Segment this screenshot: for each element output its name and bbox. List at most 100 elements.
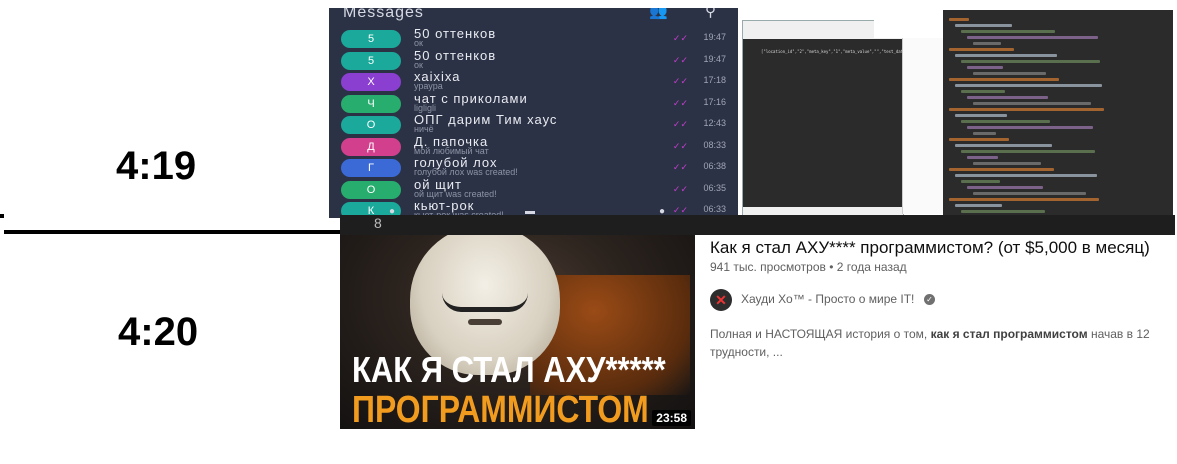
chat-row[interactable]: Гголубой лох голубой лох was created! ✓✓ 06… [329, 155, 738, 181]
chat-preview: ураура [414, 81, 443, 91]
thumbnail-mustache [442, 293, 528, 312]
add-contact-icon: 👥 [649, 8, 668, 20]
code-line [961, 180, 1000, 183]
chat-name: ОПГ дарим Тим хаус [414, 112, 558, 127]
upload-age: 2 года назад [836, 260, 907, 274]
chat-preview: мой любимый чат [414, 145, 489, 156]
chat-time: 12:43 [703, 118, 726, 128]
chat-row[interactable]: Оой щит ой щит was created! ✓✓ 06:35 [329, 177, 738, 203]
code-line [961, 210, 1045, 213]
view-count: 941 тыс. просмотров [710, 260, 826, 274]
chat-time: 19:47 [703, 53, 726, 64]
code-line [949, 138, 1009, 141]
chat-preview: ок [414, 59, 423, 70]
read-check-icon: ✓✓ [672, 54, 688, 65]
chat-time: 17:16 [703, 96, 726, 107]
read-check-icon: ✓✓ [672, 183, 688, 194]
video-metadata: 941 тыс. просмотров • 2 года назад [710, 260, 907, 274]
video-thumbnail[interactable]: КАК Я СТАЛ АХУ***** ПРОГРАММИСТОМ 23:58 [340, 235, 695, 429]
video-title-link[interactable]: Как я стал АХУ**** программистом? (от $5… [710, 238, 1150, 258]
chat-row[interactable]: 5 50 оттенков ок ✓✓ 19:47 [329, 48, 738, 74]
code-line [961, 120, 1050, 123]
code-line [949, 108, 1104, 111]
channel-avatar[interactable]: ✕ [710, 289, 732, 311]
code-line [967, 126, 1093, 129]
chat-avatar: О [341, 180, 401, 199]
code-line [967, 36, 1098, 39]
code-line [973, 72, 1046, 75]
chat-row[interactable]: 5 50 оттенков ок ✓✓ 19:47 [329, 26, 738, 52]
chat-name: 50 оттенков [414, 26, 497, 41]
code-line [955, 24, 1012, 27]
chat-avatar: 5 [341, 30, 401, 48]
read-check-icon: ✓✓ [672, 97, 688, 108]
read-check-icon: ✓✓ [672, 76, 688, 86]
code-view [943, 10, 1173, 218]
timestamp-label-top: 4:19 [116, 144, 197, 188]
messenger-header: Messages 👥 ⚲ [329, 8, 738, 24]
code-editor-screenshot: ["location_id","2","meta_key","1","meta_… [738, 8, 1173, 218]
search-icon: ⚲ [705, 8, 716, 20]
code-line [973, 162, 1041, 165]
chat-preview: ничё [414, 124, 434, 134]
code-line [973, 192, 1086, 195]
messenger-screenshot: Messages 👥 ⚲ 5 50 оттенков ок ✓✓ 19:47 5 50 от… [329, 8, 738, 218]
chat-row[interactable]: О ОПГ дарим Тим хаус ничё ✓✓ 12:43 [329, 112, 738, 138]
timestamp-label-bottom: 4:20 [118, 310, 199, 354]
meta-separator: • [825, 260, 837, 274]
thumbnail-text-line2: ПРОГРАММИСТОМ [352, 389, 649, 429]
chat-time: 06:35 [703, 182, 726, 193]
verified-badge-icon: ✓ [924, 294, 935, 305]
code-line [967, 156, 998, 159]
messenger-title: Messages [343, 8, 424, 21]
code-line [961, 60, 1100, 63]
channel-name-link[interactable]: Хауди Хо™ - Просто о мире IT! [741, 292, 914, 306]
chat-avatar: Г [341, 159, 401, 177]
code-line [949, 18, 969, 21]
chat-time: 08:33 [703, 139, 726, 150]
chat-preview: ligligli [414, 102, 437, 113]
code-line [955, 204, 1002, 207]
code-line [961, 30, 1055, 33]
code-line [949, 168, 1054, 171]
video-duration-badge: 23:58 [652, 410, 691, 426]
read-check-icon: ✓✓ [672, 162, 688, 172]
code-line [961, 150, 1095, 153]
code-line [961, 90, 1005, 93]
code-line [955, 114, 1007, 117]
code-line [973, 42, 1001, 45]
code-line [955, 174, 1097, 177]
chat-row[interactable]: Ххаіхіха ураура ✓✓ 17:18 [329, 69, 738, 95]
code-line [949, 48, 1014, 51]
chat-time: 06:38 [703, 161, 726, 171]
divider-tick [0, 214, 4, 218]
file-list [874, 8, 940, 38]
chat-row[interactable]: Д Д. папочка мой любимый чат ✓✓ 08:33 [329, 134, 738, 160]
code-line [955, 144, 1052, 147]
timeline-divider [4, 230, 340, 234]
chat-avatar: Д [341, 137, 401, 156]
chat-time: 19:47 [703, 32, 726, 42]
code-line [973, 132, 996, 135]
player-icon: 8 [374, 215, 382, 231]
editor-window: ["location_id","2","meta_key","1","meta_… [742, 20, 910, 216]
chat-avatar: О [341, 116, 401, 134]
code-line [967, 96, 1048, 99]
code-line [955, 54, 1057, 57]
code-line [955, 84, 1102, 87]
code-line [949, 78, 1059, 81]
editor-code-line: ["location_id","2","meta_key","1","meta_… [761, 49, 911, 54]
read-check-icon: ✓✓ [672, 33, 688, 43]
editor-statusbar [743, 207, 903, 215]
video-description: Полная и НАСТОЯЩАЯ история о том, как я … [710, 325, 1175, 361]
video-player-strip: 8 [340, 215, 1175, 235]
chat-avatar: Ч [341, 94, 401, 113]
chat-avatar: Х [341, 73, 401, 91]
description-lead: Полная и НАСТОЯЩАЯ история о том, [710, 327, 931, 341]
code-line [967, 186, 1043, 189]
code-line [967, 66, 1003, 69]
description-highlight: как я стал программистом [930, 327, 1088, 341]
chat-preview: ок [414, 38, 423, 48]
read-check-icon: ✓✓ [672, 140, 688, 151]
code-line [973, 102, 1091, 105]
